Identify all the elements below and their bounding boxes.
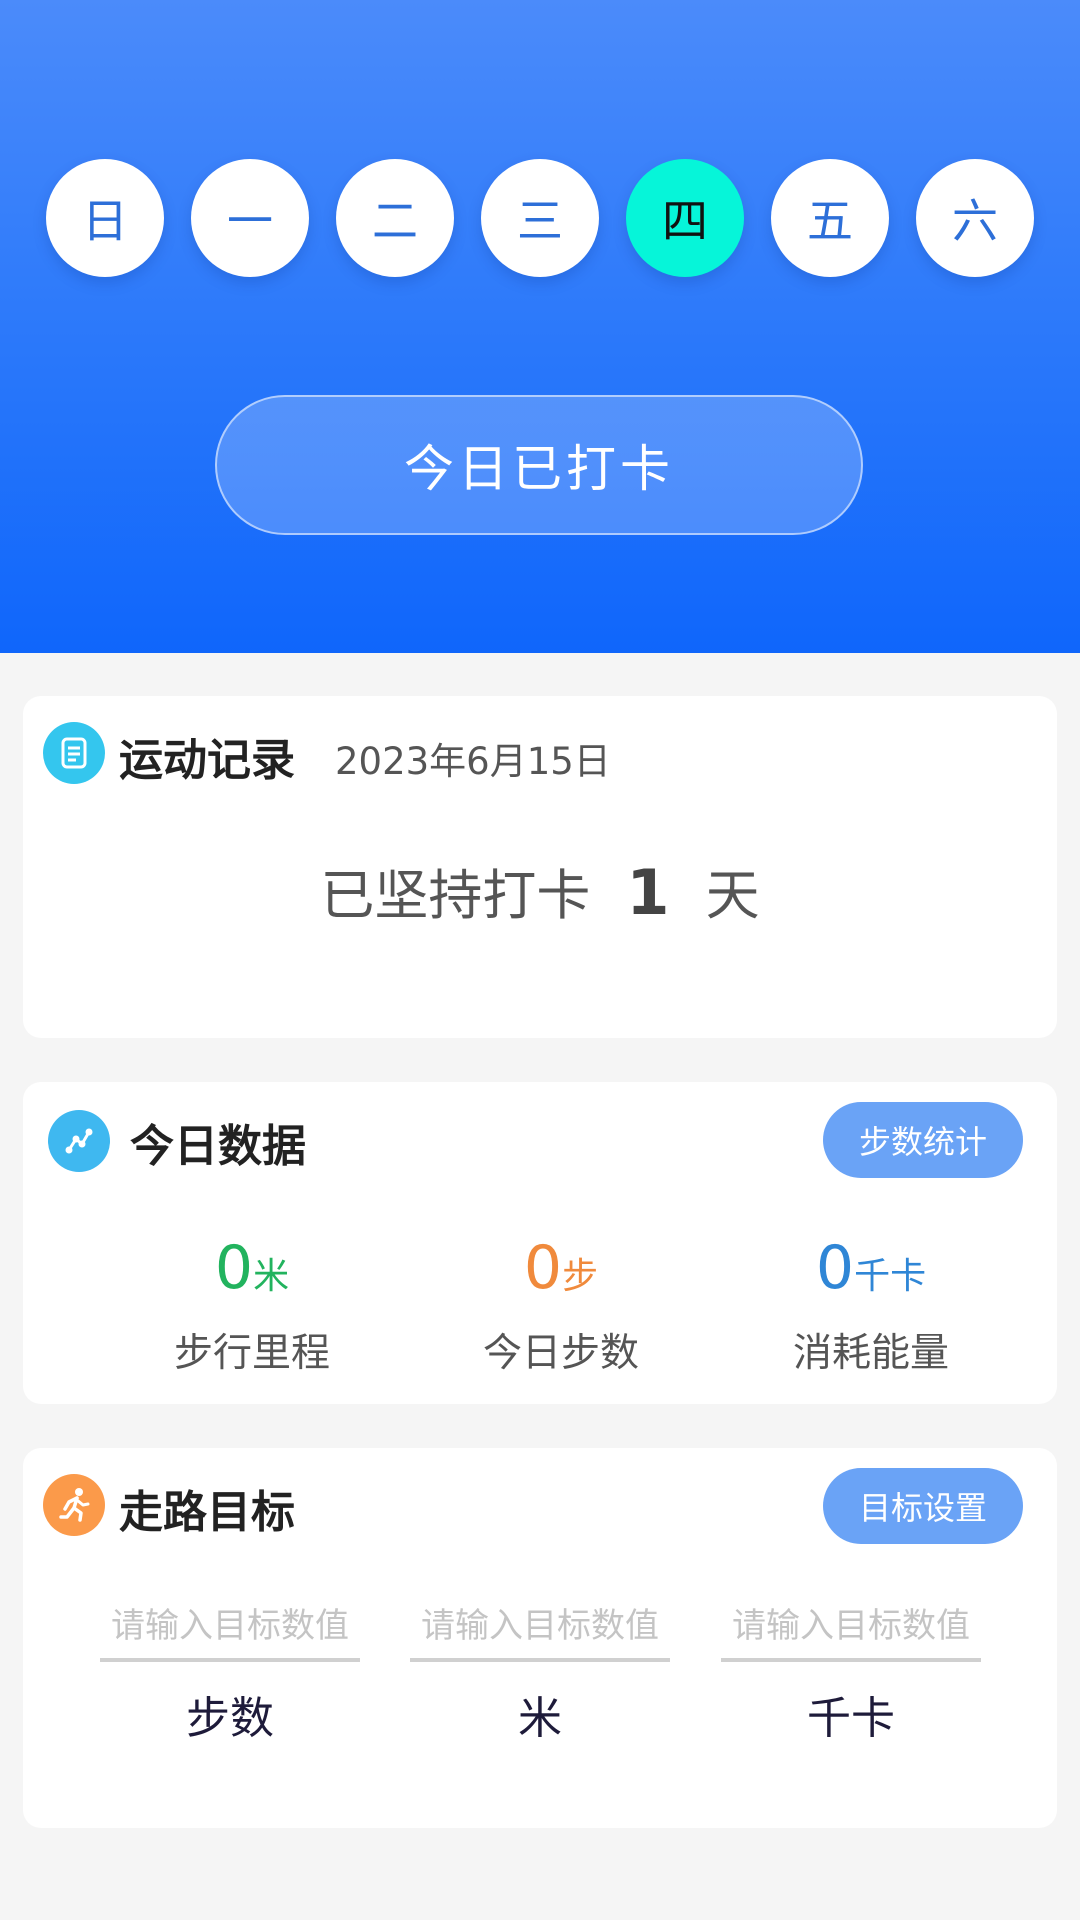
day-mon[interactable]: 一: [191, 159, 309, 277]
streak-suffix: 天: [705, 864, 760, 927]
stat-energy: 0千卡 消耗能量: [721, 1235, 1021, 1378]
document-icon: [43, 722, 105, 784]
streak-text: 已坚持打卡 1 天: [23, 851, 1057, 930]
stat-distance-unit: 米: [253, 1256, 290, 1297]
day-tue[interactable]: 二: [336, 159, 454, 277]
today-data-card: 今日数据 步数统计 0米 步行里程 0步 今日步数 0千卡 消耗能量: [23, 1082, 1057, 1404]
stat-steps-unit: 步: [562, 1256, 599, 1297]
stat-steps-value: 0: [523, 1233, 563, 1303]
goal-energy-input[interactable]: [721, 1606, 981, 1662]
day-wed[interactable]: 三: [481, 159, 599, 277]
stat-steps-label: 今日步数: [482, 1331, 639, 1376]
day-fri[interactable]: 五: [771, 159, 889, 277]
stat-energy-value: 0: [815, 1233, 855, 1303]
day-sat[interactable]: 六: [916, 159, 1034, 277]
header-banner: 日 一 二 三 四 五 六 今日已打卡: [0, 0, 1080, 653]
goal-steps-input[interactable]: [100, 1606, 360, 1662]
today-title: 今日数据: [130, 1121, 306, 1172]
stat-distance-label: 步行里程: [173, 1331, 330, 1376]
stat-steps: 0步 今日步数: [411, 1235, 711, 1378]
record-title: 运动记录: [119, 735, 295, 786]
chart-line-icon: [48, 1110, 110, 1172]
day-sun[interactable]: 日: [46, 159, 164, 277]
goal-distance-input[interactable]: [410, 1606, 670, 1662]
goal-steps: 步数: [100, 1606, 360, 1746]
goal-distance-label: 米: [518, 1693, 562, 1744]
exercise-record-card: 运动记录 2023年6月15日 已坚持打卡 1 天: [23, 696, 1057, 1038]
goal-distance: 米: [410, 1606, 670, 1746]
checkin-button[interactable]: 今日已打卡: [215, 395, 863, 535]
stat-energy-unit: 千卡: [854, 1256, 927, 1297]
record-date: 2023年6月15日: [335, 740, 611, 783]
weekday-selector: 日 一 二 三 四 五 六: [0, 159, 1080, 279]
walking-goal-card: 走路目标 目标设置 步数 米 千卡: [23, 1448, 1057, 1828]
step-stats-button[interactable]: 步数统计: [823, 1102, 1023, 1178]
goal-title: 走路目标: [119, 1487, 295, 1538]
goal-settings-button[interactable]: 目标设置: [823, 1468, 1023, 1544]
goal-steps-label: 步数: [186, 1693, 274, 1744]
stat-distance-value: 0: [214, 1233, 254, 1303]
stat-distance: 0米 步行里程: [102, 1235, 402, 1378]
day-thu[interactable]: 四: [626, 159, 744, 277]
streak-prefix: 已坚持打卡: [320, 864, 591, 927]
stat-energy-label: 消耗能量: [792, 1331, 949, 1376]
goal-energy: 千卡: [721, 1606, 981, 1746]
streak-days: 1: [626, 856, 670, 929]
running-icon: [43, 1474, 105, 1536]
goal-energy-label: 千卡: [807, 1693, 895, 1744]
